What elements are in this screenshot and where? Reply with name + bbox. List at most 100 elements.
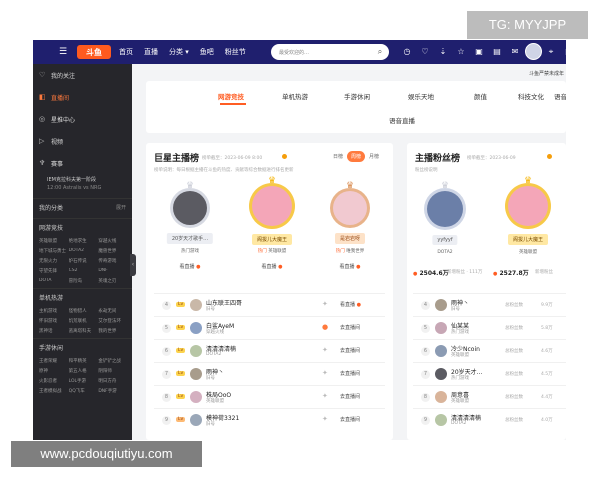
watch-button[interactable]: 看直播 ● — [180, 263, 201, 270]
info-icon[interactable] — [282, 154, 287, 159]
category-link[interactable]: 金铲铲之战 — [98, 358, 128, 364]
category-link[interactable]: 英魂之刃 — [98, 278, 128, 284]
toggle-day[interactable]: 日榜 — [329, 151, 347, 162]
enter-room-button[interactable]: 去直播间 — [340, 393, 360, 400]
clock-icon[interactable]: ◷ — [398, 45, 416, 59]
category-link[interactable]: 守望先锋 — [39, 268, 69, 274]
tab-looks[interactable]: 颜值 — [474, 91, 487, 101]
sidebar-item-live[interactable]: ◧ 直播间 — [33, 86, 132, 108]
podium-rank-2[interactable]: ♛ 20岁天才歌手… 热门游戏 看直播 ● — [164, 181, 216, 300]
tab-voice[interactable]: 语音 — [554, 91, 566, 101]
category-link[interactable]: 绝地求生 — [69, 238, 99, 244]
table-row[interactable]: 6 冷少Ncoin 英雄联盟 总粉丝数 4.6万 — [413, 339, 566, 361]
toggle-month[interactable]: 月榜 — [365, 151, 383, 162]
watch-button[interactable]: 看直播 ● — [340, 263, 361, 270]
category-link[interactable]: DOTA2 — [69, 248, 99, 254]
search-icon[interactable]: ⌕ — [371, 47, 389, 57]
sidebar-section-online[interactable]: 网游竞技 — [33, 218, 132, 236]
match-card[interactable]: IEM克拉科夫第一阶段 12:00 Astralis vs NRG — [33, 174, 132, 196]
watch-button[interactable]: 看直播 ● — [262, 263, 283, 270]
chat-icon[interactable]: ✉ — [506, 45, 524, 59]
task-icon[interactable]: ▦ — [560, 45, 566, 59]
info-icon[interactable] — [547, 154, 552, 159]
category-link[interactable]: 地下城与勇士 — [39, 248, 69, 254]
sidebar-section-mobile[interactable]: 手游休闲 — [33, 338, 132, 356]
table-row[interactable]: 7 20岁天才… 热门游戏 总粉丝数 4.5万 — [413, 362, 566, 384]
category-link[interactable]: 艾尔登法环 — [98, 318, 128, 324]
enter-room-button[interactable]: 去直播间 — [340, 324, 360, 331]
table-row[interactable]: 8 Lv 株局OoO 英雄联盟 ✦ 去直播间 — [154, 385, 385, 407]
tab-mobile[interactable]: 手游休闲 — [344, 91, 370, 101]
table-row[interactable]: 4 Lv 山东联王四哥 旧号 ✦ 看直播 ● — [154, 293, 385, 315]
table-row[interactable]: 8 周意喜 英雄联盟 总粉丝数 4.4万 — [413, 385, 566, 407]
category-link[interactable]: 明日方舟 — [98, 378, 128, 384]
sidebar-section-single[interactable]: 单机热游 — [33, 288, 132, 306]
category-link[interactable]: 无限火力 — [39, 258, 69, 264]
category-link[interactable]: CS2 — [69, 268, 99, 274]
category-link[interactable]: DNF — [98, 268, 128, 274]
tab-entertainment[interactable]: 娱乐天地 — [408, 91, 434, 101]
category-link[interactable]: 永劫无间 — [98, 308, 128, 314]
category-link[interactable]: 王者模拟战 — [39, 388, 69, 394]
nav-live[interactable]: 直播 — [144, 47, 158, 57]
table-row[interactable]: 4 雨神丶 旧号 总粉丝数 9.9万 — [413, 293, 566, 315]
category-link[interactable]: 炉石传说 — [69, 258, 99, 264]
download-icon[interactable]: ⇣ — [434, 45, 452, 59]
category-link[interactable]: 英雄联盟 — [39, 238, 69, 244]
tab-online-games[interactable]: 网游竞技 — [218, 91, 244, 101]
nav-fanfest[interactable]: 粉丝节 — [225, 47, 246, 57]
table-row[interactable]: 9 清清清清楠 DOTA2 总粉丝数 4.0万 — [413, 408, 566, 430]
sidebar-section-mine[interactable]: 我的分类 展开 — [33, 198, 132, 216]
watch-button[interactable]: 看直播 ● — [340, 301, 361, 308]
category-link[interactable]: 原神 — [39, 368, 69, 374]
category-link[interactable]: 传奇游戏 — [98, 258, 128, 264]
video-icon[interactable]: ▣ — [470, 45, 488, 59]
sidebar-item-star[interactable]: ◎ 星推中心 — [33, 108, 132, 130]
enter-room-button[interactable]: 去直播间 — [340, 347, 360, 354]
category-link[interactable]: 冒险岛 — [69, 278, 99, 284]
section-more[interactable]: 展开 — [116, 204, 126, 211]
category-link[interactable]: 主机游戏 — [39, 308, 69, 314]
sidebar-item-follow[interactable]: ♡ 我的关注 — [33, 64, 132, 86]
category-link[interactable]: 怪物猎人 — [69, 308, 99, 314]
table-row[interactable]: 9 Lv 模神荷3321 旧号 ✦ 去直播间 — [154, 408, 385, 430]
category-link[interactable]: 我的世界 — [98, 328, 128, 334]
category-link[interactable]: 穿越火线 — [98, 238, 128, 244]
tab-single-games[interactable]: 单机热游 — [282, 91, 308, 101]
sidebar-collapse-handle[interactable]: ‹ — [130, 254, 136, 276]
category-link[interactable]: DOTA — [39, 278, 69, 284]
heart-icon[interactable]: ♡ — [416, 45, 434, 59]
follow-icon[interactable]: ☆ — [452, 45, 470, 59]
table-row[interactable]: 5 仙某某 热门游戏 总粉丝数 5.8万 — [413, 316, 566, 338]
toggle-week[interactable]: 周榜 — [346, 151, 365, 162]
podium-rank-3[interactable]: ♛ 是岩岩呀 热门 唯我世界 看直播 ● — [322, 181, 378, 300]
avatar[interactable] — [525, 43, 542, 60]
category-link[interactable]: 阴阳师 — [98, 368, 128, 374]
table-row[interactable]: 5 Lv 白鲨AyeM 穿越火线 ● 去直播间 — [154, 316, 385, 338]
podium-rank-1[interactable]: ♛ 阁拔儿大魔王 热门 英雄联盟 看直播 ● — [241, 176, 303, 301]
enter-room-button[interactable]: 去直播间 — [340, 370, 360, 377]
table-row[interactable]: 6 Lv 清清清清楠 DOTA2 ✦ 去直播间 — [154, 339, 385, 361]
table-row[interactable]: 7 Lv 雨神丶 旧号 ✦ 去直播间 — [154, 362, 385, 384]
menu-icon[interactable]: ☰ — [53, 47, 73, 57]
category-link[interactable]: 王者荣耀 — [39, 358, 69, 364]
category-link[interactable]: DNF手游 — [98, 388, 128, 394]
wallet-icon[interactable]: ▤ — [488, 45, 506, 59]
category-link[interactable]: 魔兽世界 — [98, 248, 128, 254]
location-icon[interactable]: ⌖ — [542, 45, 560, 59]
nav-category[interactable]: 分类 ▾ — [169, 47, 189, 57]
sidebar-item-video[interactable]: ▷ 视频 — [33, 130, 132, 152]
category-link[interactable]: 黑神话 — [39, 328, 69, 334]
category-link[interactable]: 第五人格 — [69, 368, 99, 374]
sidebar-item-match[interactable]: ♆ 赛事 — [33, 152, 132, 174]
category-link[interactable]: 饥荒联机 — [69, 318, 99, 324]
nav-home[interactable]: 首页 — [119, 47, 133, 57]
search-input[interactable]: 最受欢迎的… — [279, 49, 371, 56]
nav-fishbar[interactable]: 鱼吧 — [200, 47, 214, 57]
search-box[interactable]: 最受欢迎的… ⌕ — [271, 44, 389, 60]
category-link[interactable]: LOL手游 — [69, 378, 99, 384]
enter-room-button[interactable]: 去直播间 — [340, 416, 360, 423]
tab-tech[interactable]: 科技文化 — [518, 91, 544, 101]
category-link[interactable]: QQ飞车 — [69, 388, 99, 394]
category-link[interactable]: 怀旧游戏 — [39, 318, 69, 324]
